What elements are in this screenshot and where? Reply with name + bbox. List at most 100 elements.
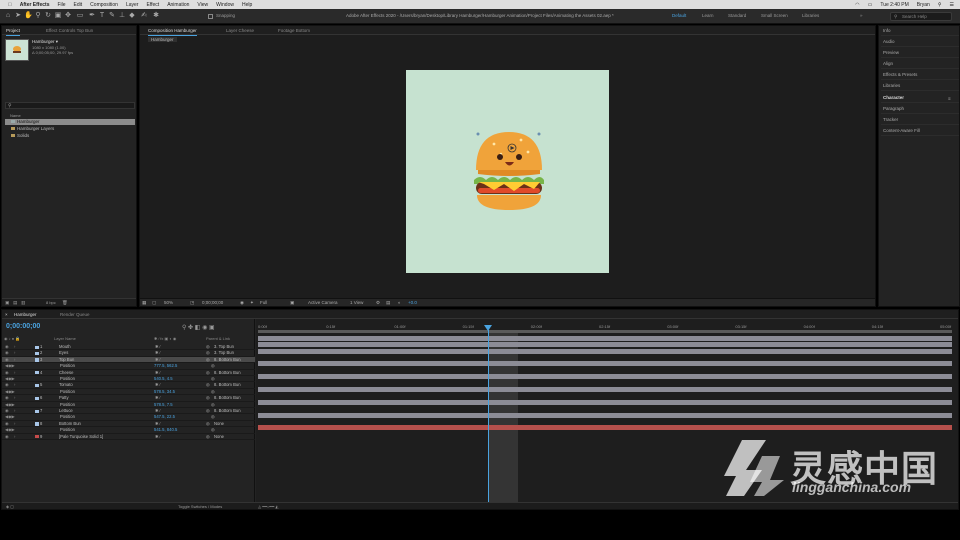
zoom-tool-icon[interactable]: ⚲ bbox=[34, 12, 42, 20]
parent-link-header[interactable]: Parent & Link bbox=[206, 336, 230, 341]
timeline-timecode[interactable]: 0;00:00;00 bbox=[6, 323, 40, 330]
visibility-eye-icon[interactable]: ◉ bbox=[5, 434, 9, 440]
bpc-label[interactable]: 8 bpc bbox=[46, 300, 56, 305]
panel-paragraph[interactable]: Paragraph bbox=[881, 104, 959, 114]
pick-whip-icon[interactable]: ◎ bbox=[206, 434, 210, 440]
tab-footage[interactable]: Footage Bottom bbox=[278, 28, 310, 33]
panel-menu-icon[interactable]: ≡ bbox=[948, 96, 951, 101]
type-tool-icon[interactable]: T bbox=[98, 12, 106, 20]
layer-duration-bar[interactable] bbox=[258, 342, 952, 348]
panel-preview[interactable]: Preview bbox=[881, 48, 959, 58]
region-icon[interactable]: ▣ bbox=[290, 300, 294, 306]
menu-edit[interactable]: Edit bbox=[74, 2, 83, 8]
workspace-overflow-icon[interactable]: » bbox=[860, 13, 863, 18]
menu-help[interactable]: Help bbox=[242, 2, 252, 8]
layer-label-color[interactable] bbox=[35, 351, 39, 356]
menu-animation[interactable]: Animation bbox=[167, 2, 189, 8]
timeline-link-icon[interactable]: ▤ bbox=[386, 300, 390, 306]
resolution-dropdown[interactable]: Full bbox=[260, 300, 267, 305]
work-area-bar[interactable] bbox=[258, 330, 952, 333]
current-time-indicator[interactable] bbox=[488, 330, 489, 509]
notification-icon[interactable]: ☰ bbox=[950, 2, 954, 8]
snapshot-icon[interactable]: ◳ bbox=[190, 300, 194, 306]
project-item-hamburger-layers[interactable]: Hamburger Layers bbox=[5, 126, 135, 132]
project-item-hamburger[interactable]: Hamburger bbox=[5, 119, 135, 125]
new-composition-icon[interactable]: ▥ bbox=[21, 300, 25, 306]
composition-breadcrumb[interactable]: Hamburger bbox=[148, 37, 177, 42]
apple-icon[interactable]:  bbox=[8, 2, 12, 8]
roto-brush-tool-icon[interactable]: ✍ bbox=[140, 12, 148, 20]
project-column-name[interactable]: Name bbox=[10, 113, 21, 118]
camera-icon[interactable]: ◉ bbox=[240, 300, 244, 306]
search-help-input[interactable]: ⚲ Search Help bbox=[890, 12, 952, 21]
menu-window[interactable]: Window bbox=[216, 2, 234, 8]
current-time-indicator-head[interactable] bbox=[484, 325, 492, 331]
exposure-icon[interactable]: ◐ bbox=[398, 300, 401, 305]
rectangle-tool-icon[interactable]: ▭ bbox=[76, 12, 84, 20]
layer-row[interactable]: ◉ › 9 [Pale Turquoise Solid 1] ✱ ⁄ ◎ None bbox=[2, 434, 255, 440]
mask-icon[interactable]: ▢ bbox=[152, 300, 156, 306]
layer-duration-bar[interactable] bbox=[258, 412, 952, 418]
render-time-icon[interactable]: ◈ ▢ bbox=[6, 504, 14, 509]
layer-duration-bar[interactable] bbox=[258, 348, 952, 354]
expand-chevron-icon[interactable]: › bbox=[14, 434, 15, 440]
layer-label-color[interactable] bbox=[35, 358, 39, 362]
toggle-switches-modes[interactable]: Toggle Switches / Modes bbox=[178, 504, 222, 509]
user-name[interactable]: Bryan bbox=[917, 2, 930, 8]
trash-icon[interactable]: 🗑 bbox=[62, 300, 68, 306]
snapping-checkbox[interactable] bbox=[208, 14, 213, 19]
layer-label-color[interactable] bbox=[35, 409, 39, 413]
brush-tool-icon[interactable]: ✎ bbox=[108, 12, 116, 20]
workspace-default[interactable]: Default bbox=[672, 13, 686, 18]
layer-duration-bar[interactable] bbox=[258, 399, 952, 405]
time-ruler[interactable]: 0:00f 0:15f 01:00f 01:15f 02:00f 02:15f 03:00f… bbox=[256, 322, 958, 330]
pen-tool-icon[interactable]: ✒ bbox=[88, 12, 96, 20]
workspace-standard[interactable]: Standard bbox=[728, 13, 746, 18]
menu-effect[interactable]: Effect bbox=[146, 2, 159, 8]
tab-effect-controls[interactable]: Effect Controls Top Bun bbox=[46, 28, 93, 33]
zoom-slider[interactable]: ◬ ━━○━━ ◭ bbox=[258, 504, 278, 509]
workspace-learn[interactable]: Learn bbox=[702, 13, 714, 18]
rotate-tool-icon[interactable]: ↻ bbox=[44, 12, 52, 20]
interpret-footage-icon[interactable]: ▣ bbox=[5, 300, 9, 306]
layer-label-color[interactable] bbox=[35, 371, 39, 375]
tab-project[interactable]: Project bbox=[6, 28, 21, 36]
layer-label-color[interactable] bbox=[35, 435, 39, 439]
camera-dropdown[interactable]: Active Camera bbox=[308, 300, 338, 305]
layer-label-color[interactable] bbox=[35, 422, 39, 426]
grid-icon[interactable]: ▦ bbox=[142, 300, 146, 306]
views-dropdown[interactable]: 1 View bbox=[350, 300, 363, 305]
wifi-icon[interactable]: ◠ bbox=[855, 2, 859, 8]
tab-composition[interactable]: Composition Hamburger bbox=[148, 28, 197, 36]
layer-label-color[interactable] bbox=[35, 345, 39, 349]
hand-tool-icon[interactable]: ✋ bbox=[24, 12, 33, 20]
workspace-small-screen[interactable]: Small Screen bbox=[761, 13, 788, 18]
fast-preview-icon[interactable]: ⚙ bbox=[376, 300, 380, 306]
menu-view[interactable]: View bbox=[197, 2, 208, 8]
timecode-display[interactable]: 0;00;00;00 bbox=[202, 300, 223, 305]
clock[interactable]: Tue 2:40 PM bbox=[880, 2, 908, 8]
exposure-value[interactable]: +0.0 bbox=[408, 300, 417, 305]
layer-switches-icon[interactable]: ✱ ⁄ bbox=[155, 434, 160, 440]
selection-tool-icon[interactable]: ➤ bbox=[14, 12, 22, 20]
panel-effects-presets[interactable]: Effects & Presets bbox=[881, 70, 959, 80]
clone-tool-icon[interactable]: ⊥ bbox=[118, 12, 126, 20]
panel-info[interactable]: Info bbox=[881, 26, 959, 36]
timeline-tools-icons[interactable]: ⚲ ✤ ◧ ◉ ▣ bbox=[182, 324, 215, 331]
panel-content-aware-fill[interactable]: Content-Aware Fill bbox=[881, 126, 959, 136]
channel-icon[interactable]: ✦ bbox=[250, 300, 254, 306]
project-item-solids[interactable]: Solids bbox=[5, 133, 135, 139]
puppet-tool-icon[interactable]: ✱ bbox=[152, 12, 160, 20]
tab-render-queue[interactable]: Render Queue bbox=[60, 312, 90, 317]
layer-name[interactable]: [Pale Turquoise Solid 1] bbox=[59, 434, 103, 440]
eraser-tool-icon[interactable]: ◆ bbox=[128, 12, 136, 20]
panel-libraries[interactable]: Libraries bbox=[881, 81, 959, 91]
pan-behind-tool-icon[interactable]: ✥ bbox=[64, 12, 72, 20]
tab-layer[interactable]: Layer Cheese bbox=[226, 28, 254, 33]
app-menu[interactable]: After Effects bbox=[20, 2, 50, 8]
layer-label-color[interactable] bbox=[35, 396, 39, 401]
new-folder-icon[interactable]: ▤ bbox=[13, 300, 17, 306]
workspace-libraries[interactable]: Libraries bbox=[802, 13, 819, 18]
menu-layer[interactable]: Layer bbox=[126, 2, 139, 8]
parent-dropdown[interactable]: None bbox=[214, 434, 224, 440]
